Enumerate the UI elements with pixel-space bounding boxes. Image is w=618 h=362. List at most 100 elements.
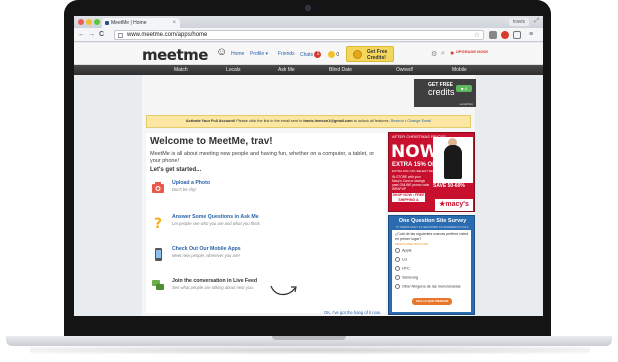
step-live-feed[interactable]: Join the conversation in Live Feed See w…	[150, 278, 380, 302]
activate-email: travis.henson1@gmail.com	[303, 119, 353, 123]
alert-icon[interactable]: ●	[450, 50, 454, 57]
resend-link[interactable]: Resend	[391, 119, 404, 123]
nav-match[interactable]: Match	[174, 67, 188, 73]
step-title[interactable]: Answer Some Questions in Ask Me	[172, 214, 259, 220]
welcome-panel: Welcome to MeetMe, trav! MeetMe is all a…	[146, 133, 386, 313]
welcome-intro: MeetMe is all about meeting new people a…	[150, 151, 375, 164]
change-email-link[interactable]: Change Email	[407, 119, 431, 123]
nav-home[interactable]: Home	[231, 51, 244, 57]
search-icon[interactable]: ⌕	[441, 50, 445, 58]
survey-subtitle: IT TAKES ONLY 10 SECONDS TO ANSWER IN FU…	[396, 225, 469, 229]
activate-title: Activate Your Full Account!	[185, 119, 236, 123]
favicon-icon	[105, 21, 109, 25]
nav-mobile[interactable]: Mobile	[452, 67, 467, 73]
survey-submit-button[interactable]: VEA LO QUE PIENSAN	[412, 298, 452, 305]
laptop-shadow	[30, 346, 590, 354]
macys-ad[interactable]: AFTER CHRISTMAS PRICES NOW! EXTRA 15% OF…	[388, 132, 475, 212]
nav-chats[interactable]: Chats 1	[300, 51, 322, 58]
promo-line2: credits	[428, 87, 455, 97]
survey-option-radio[interactable]: Samsung	[395, 275, 418, 280]
survey-option-radio[interactable]: Apple	[395, 248, 412, 253]
step-desc: Don't be shy!	[172, 187, 197, 192]
browser-tab-bar: MeetMe | Home × travis ⤢	[74, 16, 543, 28]
step-title[interactable]: Upload a Photo	[172, 180, 210, 186]
tab-close-icon[interactable]: ×	[172, 18, 176, 28]
main-nav: Match Locals Ask Me Blind Date Owned! Mo…	[74, 65, 543, 75]
ad-save: SAVE 50-60%	[433, 183, 465, 189]
coin-icon	[353, 50, 362, 59]
nav-chats-label: Chats	[300, 51, 314, 58]
step-desc: Meet new people, wherever you are!	[172, 253, 240, 258]
survey-question: ¿Cuál de las siguientes marcas prefiere …	[395, 232, 469, 241]
welcome-subtitle: Let's get started...	[150, 167, 202, 173]
minimize-window-icon[interactable]	[86, 19, 92, 25]
svg-text:?: ?	[154, 216, 162, 230]
survey-hint: SELECCIONE SOLO UNA	[395, 242, 429, 246]
nav-locals[interactable]: Locals	[226, 67, 240, 73]
get-free-credits-button[interactable]: Get Free Credits!	[346, 46, 394, 62]
survey-option-radio[interactable]: HTC	[395, 266, 410, 271]
question-mark-icon: ?	[154, 216, 162, 230]
step-title[interactable]: Join the conversation in Live Feed	[172, 278, 257, 284]
ad-shop-now-button[interactable]: SHOP NOW › FREE SHIPPING & RETURNS	[392, 193, 425, 207]
stage: MeetMe | Home × travis ⤢ ← → C www.meetm…	[0, 0, 618, 362]
upgrade-link[interactable]: UPGRADE NOW!	[456, 49, 488, 54]
activate-account-banner: Activate Your Full Account! Please click…	[146, 115, 471, 128]
browser-tab[interactable]: MeetMe | Home ×	[102, 18, 180, 28]
phone-icon	[155, 248, 162, 261]
nav-owned[interactable]: Owned!	[396, 67, 413, 73]
step-ask-me[interactable]: ? Answer Some Questions in Ask Me Let pe…	[150, 214, 380, 238]
menu-icon[interactable]: ≡	[529, 30, 533, 40]
welcome-title: Welcome to MeetMe, trav!	[150, 136, 273, 147]
step-upload-photo[interactable]: Upload a Photo Don't be shy!	[150, 180, 380, 204]
site-header: meetme ☺ Home Profile ▾ Friends Chats 1 …	[74, 43, 543, 65]
settings-icon[interactable]: ⚙	[431, 50, 437, 58]
survey-option-radio[interactable]: LG	[395, 257, 407, 262]
forward-arrow-icon[interactable]: →	[88, 30, 95, 40]
get-free-credits-label: Get Free Credits!	[367, 49, 388, 61]
step-desc: See what people are talking about near y…	[172, 285, 254, 290]
extension-icon[interactable]	[513, 31, 521, 39]
survey-option-radio[interactable]: Otra/ Ninguna de las mencionadas	[395, 284, 460, 289]
url-input[interactable]: www.meetme.com/apps/home ☆	[114, 30, 484, 40]
nav-profile[interactable]: Profile ▾	[250, 51, 268, 57]
promo-toggle[interactable]: ■ 4	[456, 85, 472, 92]
step-mobile-apps[interactable]: Check Out Our Mobile Apps Meet new peopl…	[150, 246, 380, 270]
back-arrow-icon[interactable]: ←	[78, 30, 85, 40]
content-area: GET FREE credits ■ 4 socialVibe Activate…	[142, 75, 476, 316]
page-icon	[118, 33, 123, 38]
activate-text: Please click the link in the email sent …	[235, 119, 304, 123]
promo-brand: socialVibe	[459, 102, 473, 106]
coin-icon	[328, 51, 335, 58]
address-bar-row: ← → C www.meetme.com/apps/home ☆ ≡	[74, 28, 543, 42]
camera-icon	[305, 5, 311, 11]
free-credits-promo[interactable]: GET FREE credits ■ 4 socialVibe	[414, 79, 476, 107]
survey-title: One Question Site Survey	[398, 218, 467, 224]
reload-icon[interactable]: C	[99, 30, 104, 40]
tab-title: MeetMe | Home	[111, 20, 147, 26]
nav-friends[interactable]: Friends	[278, 51, 295, 57]
site-survey: One Question Site Survey IT TAKES ONLY 1…	[388, 215, 475, 315]
ok-got-it-link[interactable]: OK, I've got the hang of it now.	[324, 310, 381, 315]
camera-icon	[152, 182, 164, 193]
credits-count: 0	[336, 51, 340, 58]
ad-details: IN-STORE with your Macy's Card or saving…	[392, 175, 430, 191]
close-window-icon[interactable]	[78, 19, 84, 25]
extension-icon[interactable]	[489, 31, 497, 39]
smiley-logo-icon: ☺	[216, 46, 228, 58]
macys-logo: ★macy's	[435, 199, 473, 211]
profile-user-label[interactable]: travis	[509, 18, 529, 26]
chats-count-badge: 1	[314, 51, 322, 58]
fullscreen-icon[interactable]: ⤢	[534, 18, 539, 25]
nav-ask-me[interactable]: Ask Me	[278, 67, 295, 73]
maximize-window-icon[interactable]	[94, 19, 100, 25]
laptop-notch	[272, 336, 346, 340]
step-title[interactable]: Check Out Our Mobile Apps	[172, 246, 241, 252]
nav-blind-date[interactable]: Blind Date	[329, 67, 352, 73]
credits-counter[interactable]: 0	[328, 51, 339, 58]
meetme-logo[interactable]: meetme	[142, 46, 208, 64]
extension-icon[interactable]	[501, 31, 509, 39]
activate-text2: to unlock all features.	[352, 119, 391, 123]
curved-arrow-icon	[270, 285, 297, 296]
bookmark-star-icon[interactable]: ☆	[474, 31, 480, 40]
